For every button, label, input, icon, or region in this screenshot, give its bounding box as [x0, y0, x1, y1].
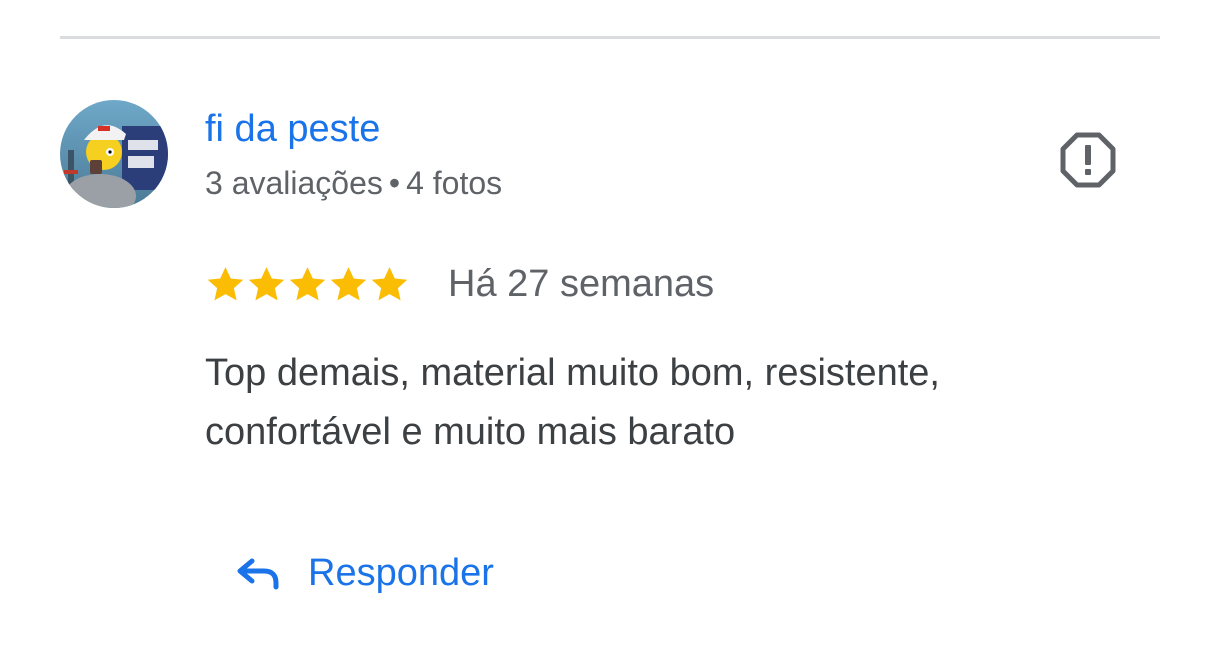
author-photos-count: 4 fotos [406, 165, 503, 201]
review-text: Top demais, material muito bom, resisten… [205, 352, 940, 453]
star-icon [248, 266, 285, 300]
author-meta: 3 avaliações • 4 fotos [205, 162, 502, 204]
meta-separator: • [388, 165, 401, 201]
review-date: Há 27 semanas [448, 263, 715, 305]
top-divider [60, 36, 1160, 39]
star-rating [205, 264, 410, 305]
star-icon [330, 266, 367, 300]
star-icon [289, 266, 326, 300]
star-icon [207, 266, 244, 300]
reply-button[interactable]: Responder [222, 538, 506, 608]
reply-arrow-icon [237, 558, 279, 590]
author-reviews-count: 3 avaliações [205, 165, 383, 201]
author-avatar[interactable] [60, 100, 168, 208]
avatar-cartoon-character-icon [60, 100, 168, 208]
report-octagon-icon[interactable] [1058, 130, 1118, 190]
reply-label: Responder [308, 552, 494, 594]
star-icon [371, 266, 408, 300]
rating-row: Há 27 semanas [205, 258, 714, 310]
author-name-link[interactable]: fi da peste [205, 104, 380, 154]
